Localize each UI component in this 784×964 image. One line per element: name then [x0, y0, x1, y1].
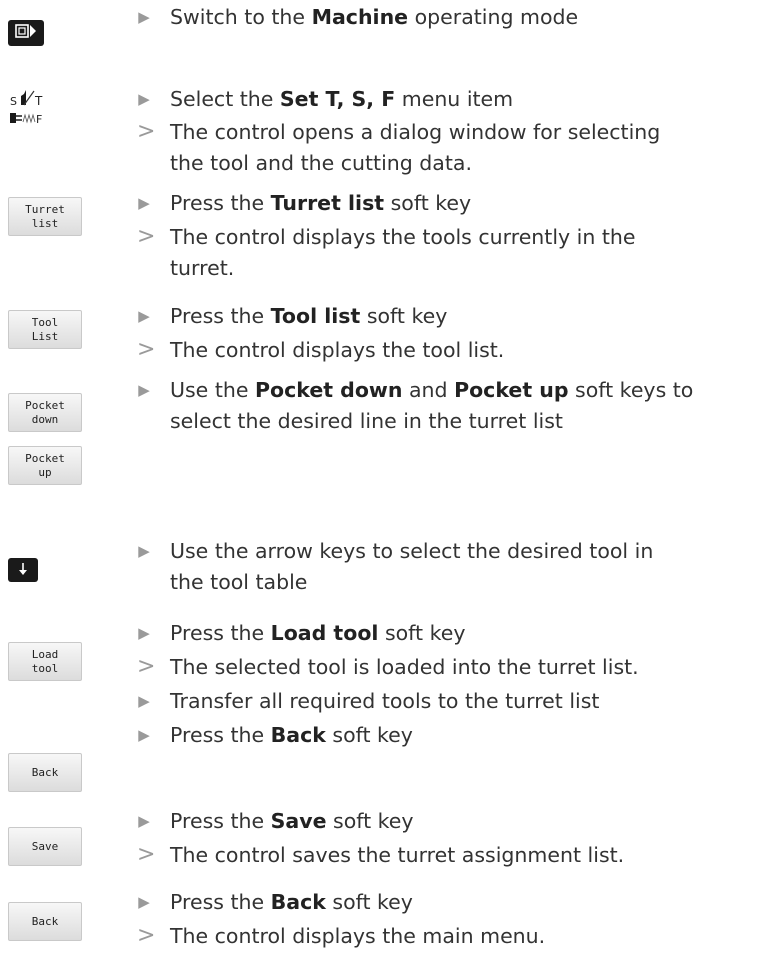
- bullet-triangle-icon: ▶: [138, 692, 150, 710]
- step-result: > The control saves the turret assignment…: [137, 840, 624, 870]
- step-instruction-continued: select the desired line in the turret li…: [170, 409, 563, 433]
- result-arrow-icon: >: [137, 119, 156, 144]
- tool-list-softkey[interactable]: Tool List: [8, 310, 82, 349]
- bullet-triangle-icon: ▶: [138, 893, 150, 911]
- step-instruction: ▶ Press the Back soft key: [138, 887, 413, 917]
- bullet-triangle-icon: ▶: [138, 812, 150, 830]
- step-result: > The control displays the main menu.: [137, 921, 545, 951]
- step-instruction: ▶ Transfer all required tools to the turr…: [138, 686, 599, 716]
- back-softkey-2[interactable]: Back: [8, 902, 82, 941]
- set-tsf-icon: S T F: [10, 90, 43, 126]
- bullet-triangle-icon: ▶: [138, 194, 150, 212]
- bullet-triangle-icon: ▶: [138, 8, 150, 26]
- step-result: > The selected tool is loaded into the tu…: [137, 652, 639, 682]
- step-result: > The control opens a dialog window for s…: [137, 117, 660, 147]
- bullet-triangle-icon: ▶: [138, 90, 150, 108]
- step-result-continued: the tool and the cutting data.: [170, 151, 472, 175]
- step-instruction: ▶ Press the Turret list soft key: [138, 188, 471, 218]
- back-softkey[interactable]: Back: [8, 753, 82, 792]
- bullet-triangle-icon: ▶: [138, 624, 150, 642]
- step-instruction: ▶ Select the Set T, S, F menu item: [138, 84, 513, 114]
- pocket-up-softkey[interactable]: Pocket up: [8, 446, 82, 485]
- result-arrow-icon: >: [137, 224, 156, 249]
- step-instruction: ▶ Press the Tool list soft key: [138, 301, 447, 331]
- step-result: > The control displays the tools currentl…: [137, 222, 636, 252]
- svg-text:S: S: [10, 95, 17, 108]
- arrow-down-key[interactable]: [8, 558, 38, 582]
- svg-text:F: F: [36, 113, 42, 126]
- svg-text:T: T: [34, 94, 43, 108]
- bullet-triangle-icon: ▶: [138, 542, 150, 560]
- step-result: > The control displays the tool list.: [137, 335, 504, 365]
- result-arrow-icon: >: [137, 337, 156, 362]
- save-softkey[interactable]: Save: [8, 827, 82, 866]
- pocket-down-softkey[interactable]: Pocket down: [8, 393, 82, 432]
- result-arrow-icon: >: [137, 654, 156, 679]
- machine-mode-icon: [15, 23, 37, 43]
- set-tsf-key[interactable]: S T F: [8, 86, 68, 126]
- load-tool-softkey[interactable]: Load tool: [8, 642, 82, 681]
- machine-mode-key[interactable]: [8, 20, 44, 46]
- bullet-triangle-icon: ▶: [138, 381, 150, 399]
- turret-list-softkey[interactable]: Turret list: [8, 197, 82, 236]
- arrow-down-key-icon: [18, 561, 28, 580]
- step-instruction: ▶ Use the arrow keys to select the desire…: [138, 536, 653, 566]
- bullet-triangle-icon: ▶: [138, 307, 150, 325]
- bullet-triangle-icon: ▶: [138, 726, 150, 744]
- result-arrow-icon: >: [137, 923, 156, 948]
- step-instruction: ▶ Use the Pocket down and Pocket up soft …: [138, 375, 693, 405]
- step-instruction: ▶ Press the Back soft key: [138, 720, 413, 750]
- step-instruction: ▶ Switch to the Machine operating mode: [138, 2, 578, 32]
- step-instruction-continued: the tool table: [170, 570, 308, 594]
- step-instruction: ▶ Press the Save soft key: [138, 806, 413, 836]
- result-arrow-icon: >: [137, 842, 156, 867]
- step-instruction: ▶ Press the Load tool soft key: [138, 618, 465, 648]
- step-result-continued: turret.: [170, 256, 235, 280]
